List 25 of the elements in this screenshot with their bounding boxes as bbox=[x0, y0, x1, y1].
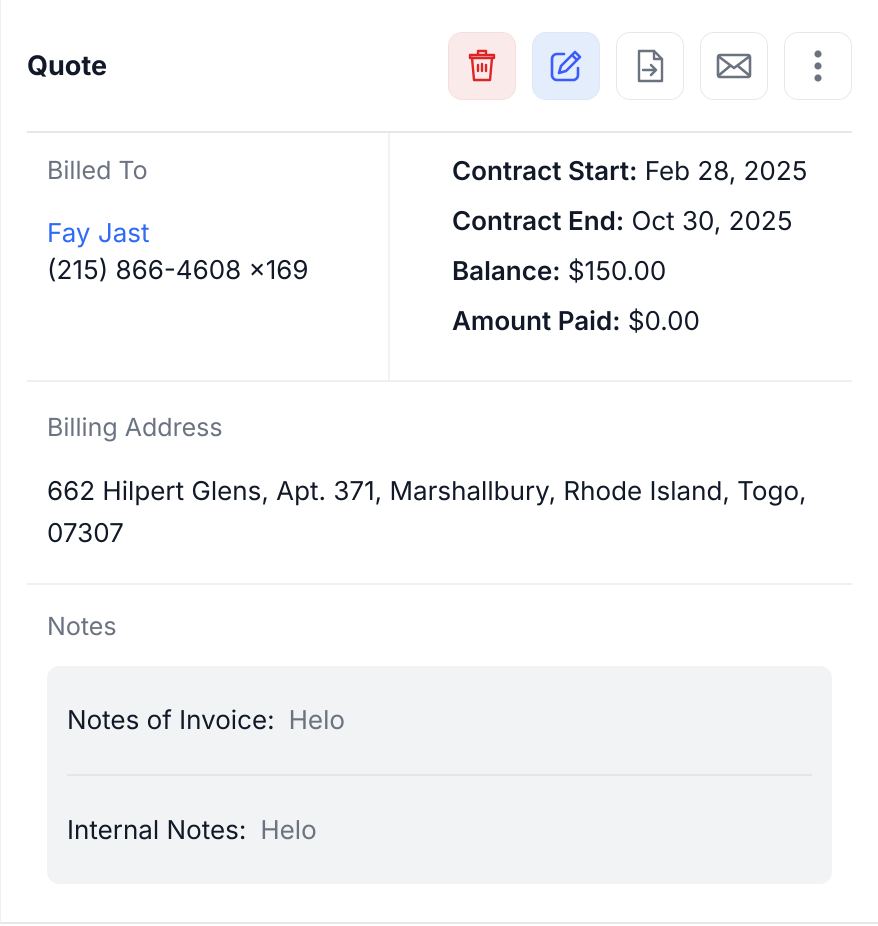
detail-line: Balance: $150.00 bbox=[452, 255, 668, 289]
edit-button[interactable] bbox=[532, 32, 600, 100]
note-label: Internal Notes: bbox=[67, 814, 246, 846]
envelope-icon bbox=[716, 52, 752, 78]
note-label: Notes of Invoice: bbox=[67, 704, 275, 736]
delete-button[interactable] bbox=[448, 32, 516, 100]
billing-address: 662 Hilpert Glens, Apt. 371, Marshallbury, Rhode Island, Togo, 07307 bbox=[47, 475, 808, 551]
phone-number: (215) 866-4608 ×169 bbox=[47, 254, 310, 288]
detail-line: Contract End: Oct 30, 2025 bbox=[452, 205, 794, 239]
convert-button[interactable] bbox=[616, 32, 684, 100]
file-arrow-icon bbox=[636, 48, 664, 82]
detail-line: Contract Start: Feb 28, 2025 bbox=[452, 155, 808, 189]
section-label: Billed To bbox=[47, 155, 149, 188]
trash-icon bbox=[468, 48, 496, 82]
more-icon bbox=[813, 50, 823, 82]
section-label: Billing Address bbox=[47, 412, 224, 445]
detail-line: Amount Paid: $0.00 bbox=[452, 305, 701, 339]
customer-name-link[interactable]: Fay Jast bbox=[47, 215, 368, 252]
note-value: Helo bbox=[260, 814, 317, 846]
card-title: Quote bbox=[27, 49, 108, 82]
edit-icon bbox=[549, 48, 583, 82]
section-label: Notes bbox=[47, 611, 118, 644]
more-button[interactable] bbox=[784, 32, 852, 100]
note-value: Helo bbox=[288, 704, 345, 736]
email-button[interactable] bbox=[700, 32, 768, 100]
